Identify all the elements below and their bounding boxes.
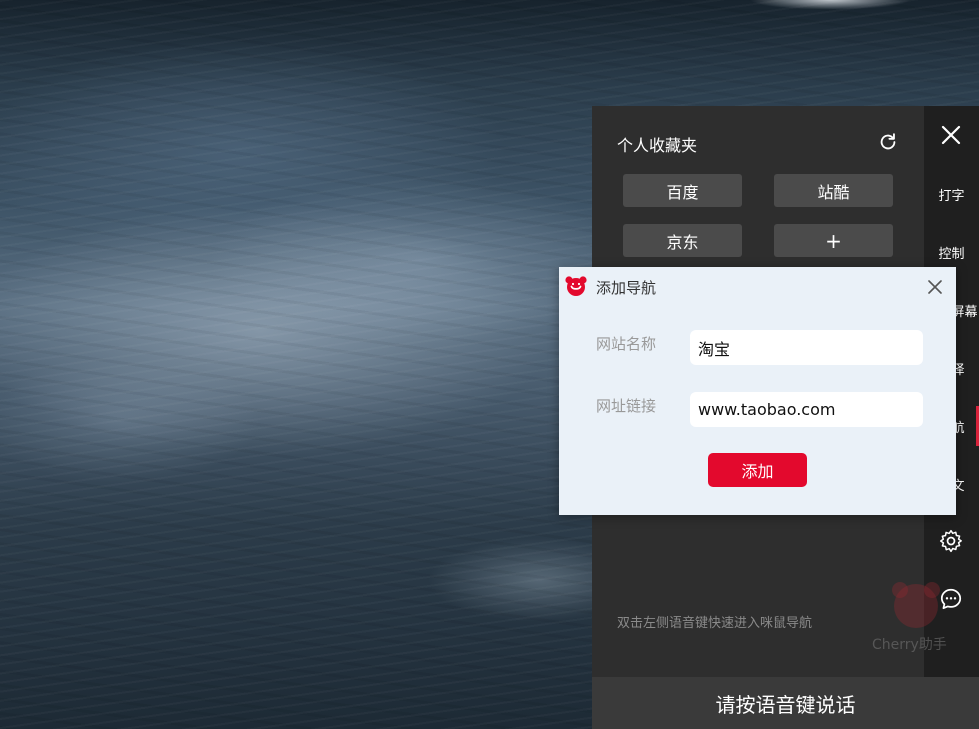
favorite-button-zcool[interactable]: 站酷 [774,174,893,207]
voice-input-bar[interactable]: 请按语音键说话 [592,677,979,729]
settings-gear-icon[interactable] [938,528,964,554]
refresh-icon[interactable] [877,131,899,153]
favorite-button-jd[interactable]: 京东 [623,224,742,257]
sidebar-item-label: 控制 [938,246,965,262]
dialog-close-icon[interactable] [928,280,942,294]
add-navigation-dialog: 添加导航 网站名称 网址链接 添加 [559,267,956,515]
mouse-logo-icon [565,276,587,296]
add-favorite-button[interactable]: + [774,224,893,257]
site-url-label: 网址链接 [596,397,657,415]
add-button[interactable]: 添加 [708,453,807,487]
panel-title: 个人收藏夹 [617,136,698,155]
sidebar-item-typing[interactable]: 打字 [924,166,979,222]
wave-foam [730,0,930,14]
watermark-text: Cherry助手 [872,637,947,653]
hint-text: 双击左侧语音键快速进入咪鼠导航 [617,616,813,631]
dialog-title: 添加导航 [596,279,657,297]
site-name-input[interactable] [690,330,923,365]
site-url-input[interactable] [690,392,923,427]
favorite-button-baidu[interactable]: 百度 [623,174,742,207]
sidebar-item-label: 打字 [938,188,965,204]
site-name-label: 网站名称 [596,335,657,353]
close-icon[interactable] [939,123,963,147]
